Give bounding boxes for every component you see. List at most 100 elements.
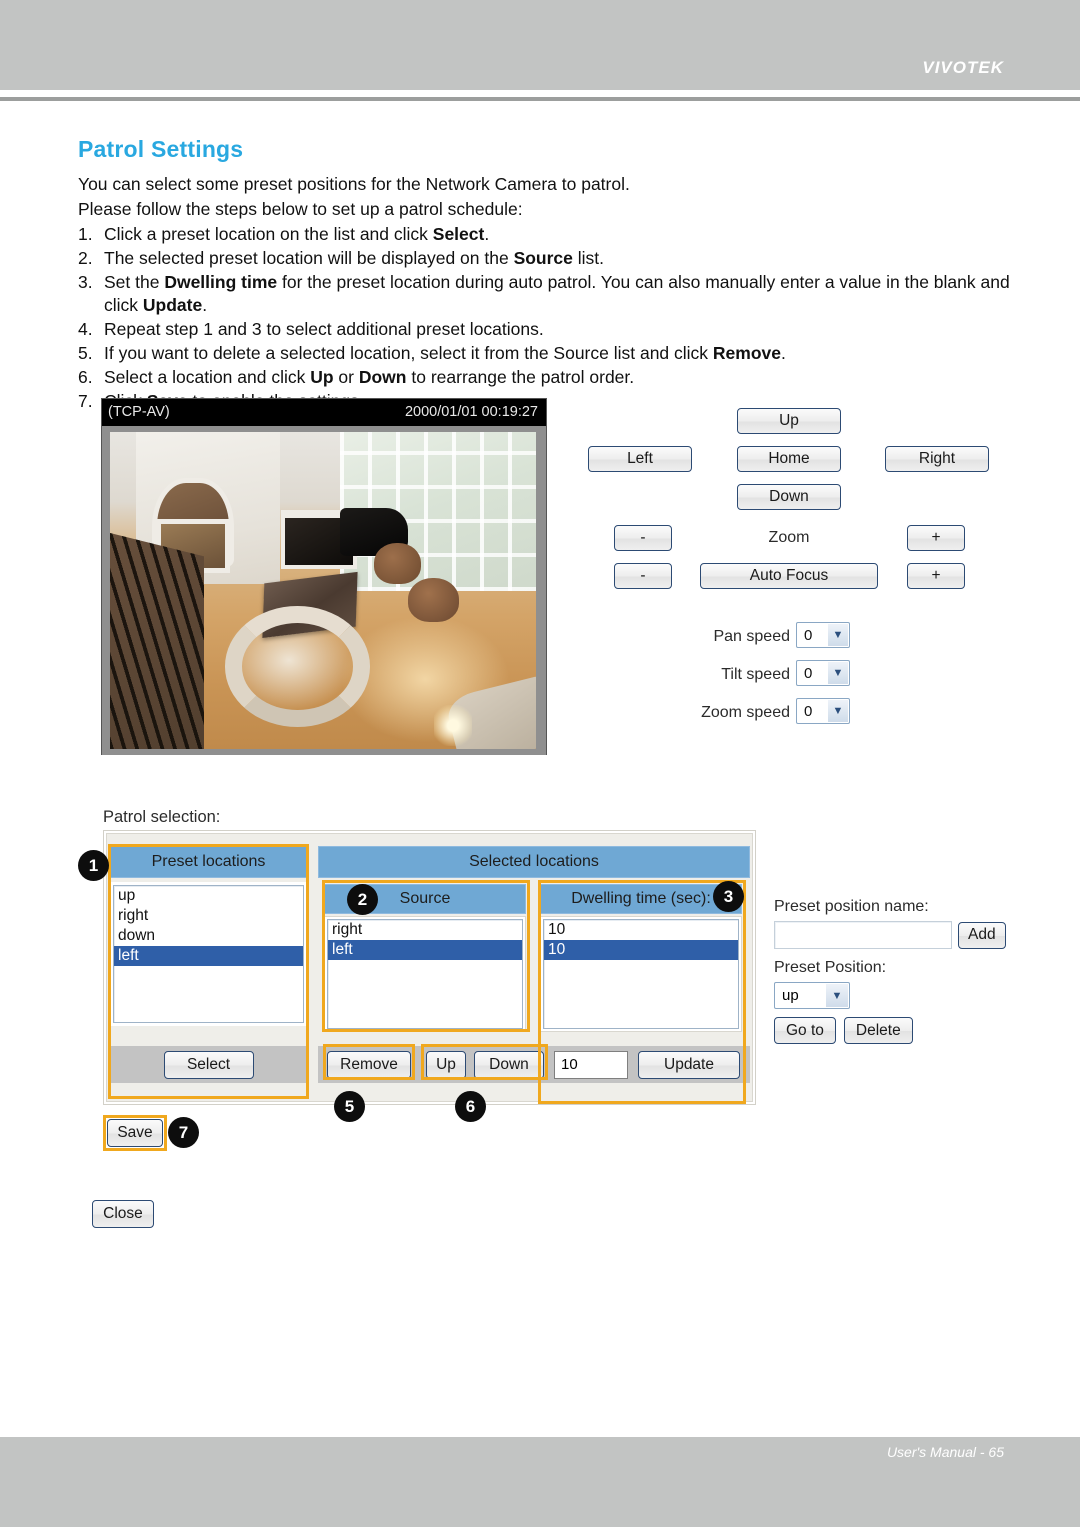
- select-button[interactable]: Select: [163, 1050, 254, 1079]
- focus-far-button[interactable]: +: [907, 563, 965, 589]
- pan-speed-select[interactable]: 0 ▼: [796, 622, 850, 648]
- preset-position-value: up: [782, 987, 799, 1004]
- remove-button[interactable]: Remove: [327, 1050, 411, 1079]
- step-number: 6.: [78, 367, 93, 387]
- zoom-speed-select[interactable]: 0 ▼: [796, 698, 850, 724]
- step-item: 4. Repeat step 1 and 3 to select addition…: [78, 318, 1018, 341]
- step-item: 6. Select a location and click Up or Down…: [78, 366, 1018, 389]
- chevron-down-icon[interactable]: ▼: [826, 984, 848, 1007]
- move-down-button[interactable]: Down: [474, 1050, 544, 1079]
- pan-speed-label: Pan speed: [713, 628, 790, 645]
- scene-armchair-2: [408, 577, 460, 623]
- preset-locations-listbox[interactable]: up right down left: [113, 885, 304, 1023]
- pan-speed-row: Pan speed 0 ▼: [650, 622, 930, 660]
- step-item: 3. Set the Dwelling time for the preset l…: [78, 271, 1018, 317]
- dwelling-listbox-wrap: 10 10: [540, 916, 742, 1032]
- chevron-down-icon[interactable]: ▼: [828, 700, 848, 722]
- step-number: 5.: [78, 343, 93, 363]
- preset-position-name-input[interactable]: [774, 921, 952, 949]
- scene-staircase: [110, 533, 204, 749]
- footer-manual-label: User's Manual - 65: [886, 1444, 1004, 1460]
- zoom-speed-value: 0: [804, 702, 813, 720]
- source-listbox[interactable]: right left: [327, 919, 523, 1029]
- video-protocol-label: (TCP-AV): [108, 404, 170, 420]
- step-text: If you want to delete a selected locatio…: [104, 343, 786, 363]
- callout-badge-3: 3: [713, 881, 744, 912]
- scene-lamp-glow: [433, 704, 473, 746]
- zoom-label: Zoom: [768, 529, 810, 546]
- dwelling-time-header: Dwelling time (sec):: [540, 884, 742, 914]
- steps-list: 1. Click a preset location on the list an…: [78, 223, 1018, 413]
- add-button[interactable]: Add: [958, 921, 1006, 949]
- patrol-selection-label: Patrol selection:: [103, 808, 221, 826]
- callout-badge-5: 5: [334, 1091, 365, 1122]
- intro-line-1: You can select some preset positions for…: [78, 174, 630, 194]
- step-text: Click a preset location on the list and …: [104, 224, 490, 244]
- header-divider: [0, 97, 1080, 101]
- preset-position-select[interactable]: up ▼: [774, 982, 850, 1009]
- delete-button[interactable]: Delete: [843, 1017, 913, 1044]
- scene-round-sofa: [225, 606, 370, 727]
- list-item-selected[interactable]: left: [328, 940, 522, 960]
- update-button[interactable]: Update: [638, 1050, 740, 1079]
- step-text: Repeat step 1 and 3 to select additional…: [104, 319, 544, 339]
- ptz-right-button[interactable]: Right: [885, 446, 989, 472]
- preset-locations-listbox-wrap: up right down left: [110, 882, 307, 1026]
- source-listbox-wrap: right left: [324, 916, 526, 1032]
- move-up-button[interactable]: Up: [426, 1050, 466, 1079]
- ptz-control-pad: Up Left Home Right Down - Zoom + - Auto …: [580, 408, 1020, 608]
- list-item[interactable]: 10: [544, 920, 738, 940]
- dwelling-time-input[interactable]: 10: [554, 1050, 628, 1079]
- callout-badge-6: 6: [455, 1091, 486, 1122]
- preset-position-panel: Preset position name: Add Preset Positio…: [774, 898, 1024, 1044]
- step-text: Set the Dwelling time for the preset loc…: [104, 272, 1010, 315]
- zoom-speed-row: Zoom speed 0 ▼: [650, 698, 930, 736]
- step-text: The selected preset location will be dis…: [104, 248, 605, 268]
- video-preview[interactable]: (TCP-AV) 2000/01/01 00:19:27: [101, 398, 547, 755]
- dwelling-time-column: Dwelling time (sec): 10 10: [540, 884, 742, 1034]
- go-to-button[interactable]: Go to: [774, 1017, 836, 1044]
- list-item-selected[interactable]: 10: [544, 940, 738, 960]
- step-number: 4.: [78, 319, 93, 339]
- tilt-speed-label: Tilt speed: [721, 666, 790, 683]
- preset-locations-button-bar: Select: [110, 1046, 307, 1083]
- tilt-speed-row: Tilt speed 0 ▼: [650, 660, 930, 698]
- page-title: Patrol Settings: [78, 136, 244, 162]
- step-text: Select a location and click Up or Down t…: [104, 367, 635, 387]
- step-number: 1.: [78, 224, 93, 244]
- zoom-out-button[interactable]: -: [614, 525, 672, 551]
- intro-line-2: Please follow the steps below to set up …: [78, 199, 523, 219]
- preset-position-actions: Go to Delete: [774, 1017, 1024, 1044]
- list-item[interactable]: up: [114, 886, 303, 906]
- close-button[interactable]: Close: [92, 1200, 154, 1228]
- video-scene-image: [110, 432, 536, 749]
- dwelling-listbox[interactable]: 10 10: [543, 919, 739, 1029]
- video-timestamp: 2000/01/01 00:19:27: [404, 404, 538, 420]
- preset-name-row: Add: [774, 921, 1024, 949]
- ptz-left-button[interactable]: Left: [588, 446, 692, 472]
- ptz-up-button[interactable]: Up: [737, 408, 841, 434]
- focus-near-button[interactable]: -: [614, 563, 672, 589]
- zoom-in-button[interactable]: +: [907, 525, 965, 551]
- tilt-speed-value: 0: [804, 664, 813, 682]
- selected-locations-button-bar: Remove Up Down 10 Update: [318, 1046, 750, 1083]
- callout-badge-7: 7: [168, 1117, 199, 1148]
- list-item-selected[interactable]: left: [114, 946, 303, 966]
- step-item: 1. Click a preset location on the list an…: [78, 223, 1018, 246]
- preset-position-name-label: Preset position name:: [774, 898, 929, 915]
- step-item: 2. The selected preset location will be d…: [78, 247, 1018, 270]
- save-button[interactable]: Save: [107, 1119, 163, 1147]
- callout-badge-1: 1: [78, 850, 109, 881]
- auto-focus-button[interactable]: Auto Focus: [700, 563, 878, 589]
- ptz-down-button[interactable]: Down: [737, 484, 841, 510]
- ptz-home-button[interactable]: Home: [737, 446, 841, 472]
- list-item[interactable]: right: [114, 906, 303, 926]
- list-item[interactable]: right: [328, 920, 522, 940]
- pan-speed-value: 0: [804, 626, 813, 644]
- list-item[interactable]: down: [114, 926, 303, 946]
- preset-locations-column: Preset locations up right down left Sele…: [110, 846, 307, 1097]
- chevron-down-icon[interactable]: ▼: [828, 624, 848, 646]
- scene-armchair-1: [374, 542, 421, 585]
- chevron-down-icon[interactable]: ▼: [828, 662, 848, 684]
- tilt-speed-select[interactable]: 0 ▼: [796, 660, 850, 686]
